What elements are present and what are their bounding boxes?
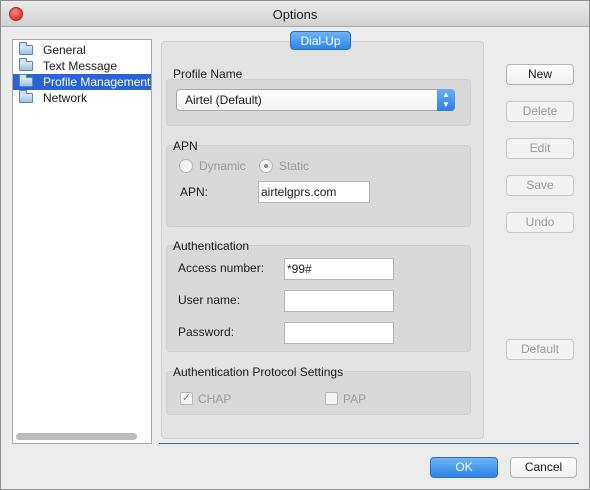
profile-name-heading: Profile Name <box>173 67 243 81</box>
open-folder-icon <box>19 74 33 87</box>
folder-icon <box>19 42 33 55</box>
profile-select[interactable]: Airtel (Default) ▲ ▼ <box>176 89 455 111</box>
static-label: Static <box>279 159 310 173</box>
apn-heading: APN <box>173 139 198 153</box>
title-bar: Options <box>1 1 589 27</box>
tree-item-label: General <box>43 43 86 57</box>
options-window: Options General Text Message Profile Man… <box>0 0 590 490</box>
ok-button[interactable]: OK <box>430 457 498 478</box>
static-radio[interactable] <box>259 159 273 173</box>
delete-button[interactable]: Delete <box>506 101 574 122</box>
protocol-heading: Authentication Protocol Settings <box>173 365 344 379</box>
options-tree[interactable]: General Text Message Profile Management … <box>12 39 152 444</box>
tree-item-profile-management[interactable]: Profile Management <box>13 74 151 90</box>
chevron-up-down-icon: ▲ ▼ <box>437 89 455 111</box>
new-button[interactable]: New <box>506 64 574 85</box>
authentication-heading: Authentication <box>173 239 250 253</box>
tree-item-network[interactable]: Network <box>13 90 151 106</box>
password-input[interactable] <box>284 322 394 344</box>
password-label: Password: <box>178 325 235 339</box>
dynamic-label: Dynamic <box>199 159 246 173</box>
profile-select-value: Airtel (Default) <box>185 93 262 107</box>
tree-item-label: Network <box>43 91 88 105</box>
access-number-input[interactable]: *99# <box>284 258 394 280</box>
tree-item-label: Profile Management <box>43 75 151 89</box>
access-number-label: Access number: <box>178 261 265 275</box>
dynamic-radio[interactable] <box>179 159 193 173</box>
tree-item-text-message[interactable]: Text Message <box>13 58 151 74</box>
footer-divider <box>159 443 579 444</box>
chap-checkbox[interactable]: ✓ <box>180 392 193 405</box>
user-name-label: User name: <box>178 293 241 307</box>
tree-item-label: Text Message <box>43 59 118 73</box>
apn-field-label: APN: <box>180 185 209 199</box>
window-title: Options <box>272 7 318 22</box>
save-button[interactable]: Save <box>506 175 574 196</box>
pap-label: PAP <box>343 392 367 406</box>
pap-checkbox[interactable] <box>325 392 338 405</box>
undo-button[interactable]: Undo <box>506 212 574 233</box>
default-button[interactable]: Default <box>506 339 574 360</box>
tree-item-general[interactable]: General <box>13 42 151 58</box>
chap-label: CHAP <box>198 392 232 406</box>
apn-input[interactable]: airtelgprs.com <box>258 181 370 203</box>
horizontal-scrollbar[interactable] <box>16 433 137 440</box>
edit-button[interactable]: Edit <box>506 138 574 159</box>
tab-dial-up[interactable]: Dial-Up <box>290 31 351 50</box>
folder-icon <box>19 58 33 71</box>
user-name-input[interactable] <box>284 290 394 312</box>
folder-icon <box>19 90 33 103</box>
cancel-button[interactable]: Cancel <box>510 457 577 478</box>
